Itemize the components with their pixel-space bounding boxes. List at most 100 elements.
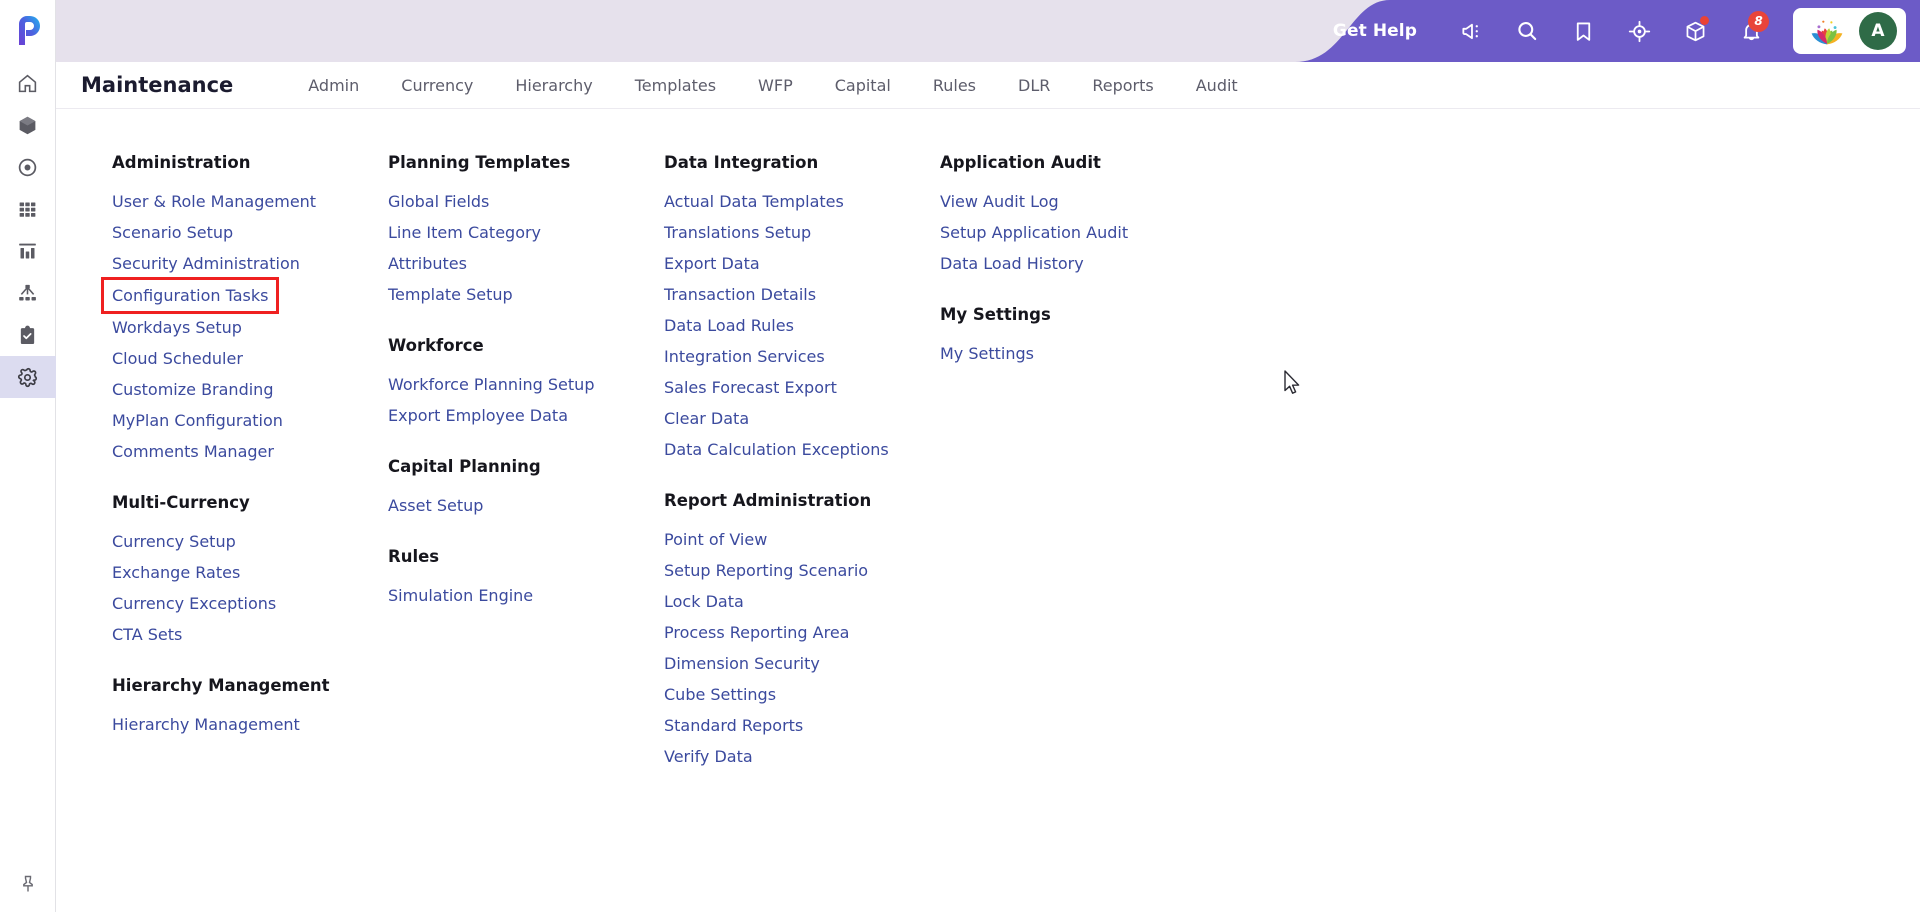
menu-link-point-of-view[interactable]: Point of View bbox=[656, 524, 767, 555]
menu-link-my-settings[interactable]: My Settings bbox=[932, 338, 1034, 369]
menu-link-currency-setup[interactable]: Currency Setup bbox=[104, 526, 236, 557]
rail-item-list bbox=[0, 62, 56, 398]
menu-link-simulation-engine[interactable]: Simulation Engine bbox=[380, 580, 533, 611]
menu-link-workforce-planning-setup[interactable]: Workforce Planning Setup bbox=[380, 369, 594, 400]
menu-link-template-setup[interactable]: Template Setup bbox=[380, 279, 513, 310]
menu-link-cube-settings[interactable]: Cube Settings bbox=[656, 679, 776, 710]
menu-link-export-employee-data[interactable]: Export Employee Data bbox=[380, 400, 568, 431]
tab-reports[interactable]: Reports bbox=[1071, 76, 1174, 95]
menu-link-dimension-security[interactable]: Dimension Security bbox=[656, 648, 820, 679]
tab-dlr[interactable]: DLR bbox=[997, 76, 1071, 95]
left-nav-rail bbox=[0, 0, 56, 912]
get-help-button[interactable]: Get Help bbox=[1333, 21, 1417, 41]
menu-column-1: Administration User & Role Management Scen… bbox=[100, 153, 380, 798]
menu-group-capital-planning: Capital Planning Asset Setup bbox=[380, 457, 656, 521]
menu-link-data-load-rules[interactable]: Data Load Rules bbox=[656, 310, 794, 341]
bookmark-icon[interactable] bbox=[1555, 0, 1611, 62]
menu-group-application-audit: Application Audit View Audit Log Setup App… bbox=[932, 153, 1272, 279]
tab-currency[interactable]: Currency bbox=[380, 76, 494, 95]
menu-link-global-fields[interactable]: Global Fields bbox=[380, 186, 489, 217]
menu-link-myplan-configuration[interactable]: MyPlan Configuration bbox=[104, 405, 283, 436]
menu-link-asset-setup[interactable]: Asset Setup bbox=[380, 490, 483, 521]
menu-link-clear-data[interactable]: Clear Data bbox=[656, 403, 749, 434]
menu-link-data-calculation-exceptions[interactable]: Data Calculation Exceptions bbox=[656, 434, 889, 465]
tab-rules[interactable]: Rules bbox=[912, 76, 997, 95]
cube-package-icon[interactable] bbox=[1667, 0, 1723, 62]
group-heading: Multi-Currency bbox=[112, 493, 250, 512]
maintenance-menu-panel: Administration User & Role Management Scen… bbox=[56, 109, 1920, 912]
menu-link-user-role-management[interactable]: User & Role Management bbox=[104, 186, 316, 217]
menu-link-integration-services[interactable]: Integration Services bbox=[656, 341, 825, 372]
menu-group-data-integration: Data Integration Actual Data Templates Tra… bbox=[656, 153, 932, 465]
menu-link-view-audit-log[interactable]: View Audit Log bbox=[932, 186, 1059, 217]
menu-link-currency-exceptions[interactable]: Currency Exceptions bbox=[104, 588, 276, 619]
planful-logo[interactable] bbox=[0, 0, 56, 62]
announcement-icon[interactable] bbox=[1443, 0, 1499, 62]
target-crosshair-icon[interactable] bbox=[1611, 0, 1667, 62]
menu-link-transaction-details[interactable]: Transaction Details bbox=[656, 279, 816, 310]
menu-link-exchange-rates[interactable]: Exchange Rates bbox=[104, 557, 240, 588]
menu-link-cta-sets[interactable]: CTA Sets bbox=[104, 619, 182, 650]
menu-link-verify-data[interactable]: Verify Data bbox=[656, 741, 753, 772]
menu-link-line-item-category[interactable]: Line Item Category bbox=[380, 217, 541, 248]
group-heading: Capital Planning bbox=[388, 457, 541, 476]
search-icon[interactable] bbox=[1499, 0, 1555, 62]
menu-link-hierarchy-management[interactable]: Hierarchy Management bbox=[104, 709, 300, 740]
sidebar-item-home[interactable] bbox=[0, 62, 56, 104]
menu-link-setup-application-audit[interactable]: Setup Application Audit bbox=[932, 217, 1128, 248]
sidebar-item-grid[interactable] bbox=[0, 188, 56, 230]
page-title: Maintenance bbox=[81, 73, 234, 97]
menu-link-lock-data[interactable]: Lock Data bbox=[656, 586, 744, 617]
group-heading: Rules bbox=[388, 547, 440, 566]
menu-group-my-settings: My Settings My Settings bbox=[932, 305, 1272, 369]
sidebar-item-reports[interactable] bbox=[0, 230, 56, 272]
sidebar-item-target[interactable] bbox=[0, 146, 56, 188]
menu-link-comments-manager[interactable]: Comments Manager bbox=[104, 436, 274, 467]
tab-wfp[interactable]: WFP bbox=[737, 76, 814, 95]
tab-capital[interactable]: Capital bbox=[814, 76, 912, 95]
menu-link-security-administration[interactable]: Security Administration bbox=[104, 248, 300, 279]
menu-link-workdays-setup[interactable]: Workdays Setup bbox=[104, 312, 242, 343]
menu-group-report-administration: Report Administration Point of View Setup … bbox=[656, 491, 932, 772]
sidebar-item-hierarchy[interactable] bbox=[0, 272, 56, 314]
sidebar-item-maintenance[interactable] bbox=[0, 356, 56, 398]
menu-link-sales-forecast-export[interactable]: Sales Forecast Export bbox=[656, 372, 837, 403]
menu-group-workforce: Workforce Workforce Planning Setup Export … bbox=[380, 336, 656, 431]
menu-column-2: Planning Templates Global Fields Line Item… bbox=[380, 153, 656, 798]
tab-admin[interactable]: Admin bbox=[287, 76, 380, 95]
menu-link-translations-setup[interactable]: Translations Setup bbox=[656, 217, 811, 248]
menu-link-standard-reports[interactable]: Standard Reports bbox=[656, 710, 803, 741]
tab-hierarchy[interactable]: Hierarchy bbox=[494, 76, 613, 95]
menu-link-scenario-setup[interactable]: Scenario Setup bbox=[104, 217, 233, 248]
menu-link-process-reporting-area[interactable]: Process Reporting Area bbox=[656, 617, 849, 648]
notifications-bell-icon[interactable]: 8 bbox=[1723, 0, 1779, 62]
top-header-bar: Get Help 8 A bbox=[56, 0, 1920, 62]
menu-group-planning-templates: Planning Templates Global Fields Line Item… bbox=[380, 153, 656, 310]
menu-link-actual-data-templates[interactable]: Actual Data Templates bbox=[656, 186, 844, 217]
menu-link-export-data[interactable]: Export Data bbox=[656, 248, 760, 279]
group-heading: Planning Templates bbox=[388, 153, 571, 172]
avatar[interactable]: A bbox=[1859, 12, 1897, 50]
menu-link-configuration-tasks[interactable]: Configuration Tasks bbox=[100, 277, 280, 314]
profile-menu[interactable]: A bbox=[1793, 8, 1906, 54]
pin-sidebar-button[interactable] bbox=[0, 856, 56, 912]
tab-templates[interactable]: Templates bbox=[614, 76, 737, 95]
menu-link-attributes[interactable]: Attributes bbox=[380, 248, 467, 279]
cube-notification-dot bbox=[1700, 16, 1709, 25]
sidebar-item-models[interactable] bbox=[0, 104, 56, 146]
menu-link-setup-reporting-scenario[interactable]: Setup Reporting Scenario bbox=[656, 555, 868, 586]
menu-link-customize-branding[interactable]: Customize Branding bbox=[104, 374, 273, 405]
menu-group-multi-currency: Multi-Currency Currency Setup Exchange Rat… bbox=[104, 493, 380, 650]
group-heading: Workforce bbox=[388, 336, 484, 355]
menu-group-administration: Administration User & Role Management Scen… bbox=[100, 153, 380, 467]
tab-audit[interactable]: Audit bbox=[1175, 76, 1259, 95]
group-heading: Application Audit bbox=[940, 153, 1101, 172]
notification-count-badge: 8 bbox=[1748, 11, 1769, 32]
group-heading: Hierarchy Management bbox=[112, 676, 330, 695]
menu-link-cloud-scheduler[interactable]: Cloud Scheduler bbox=[104, 343, 243, 374]
application-window: Get Help 8 A Maintenance Admin Currency … bbox=[0, 0, 1920, 912]
sidebar-item-tasks[interactable] bbox=[0, 314, 56, 356]
menu-link-data-load-history[interactable]: Data Load History bbox=[932, 248, 1084, 279]
group-heading: Administration bbox=[112, 153, 251, 172]
module-nav-bar: Maintenance Admin Currency Hierarchy Templa… bbox=[56, 62, 1920, 109]
